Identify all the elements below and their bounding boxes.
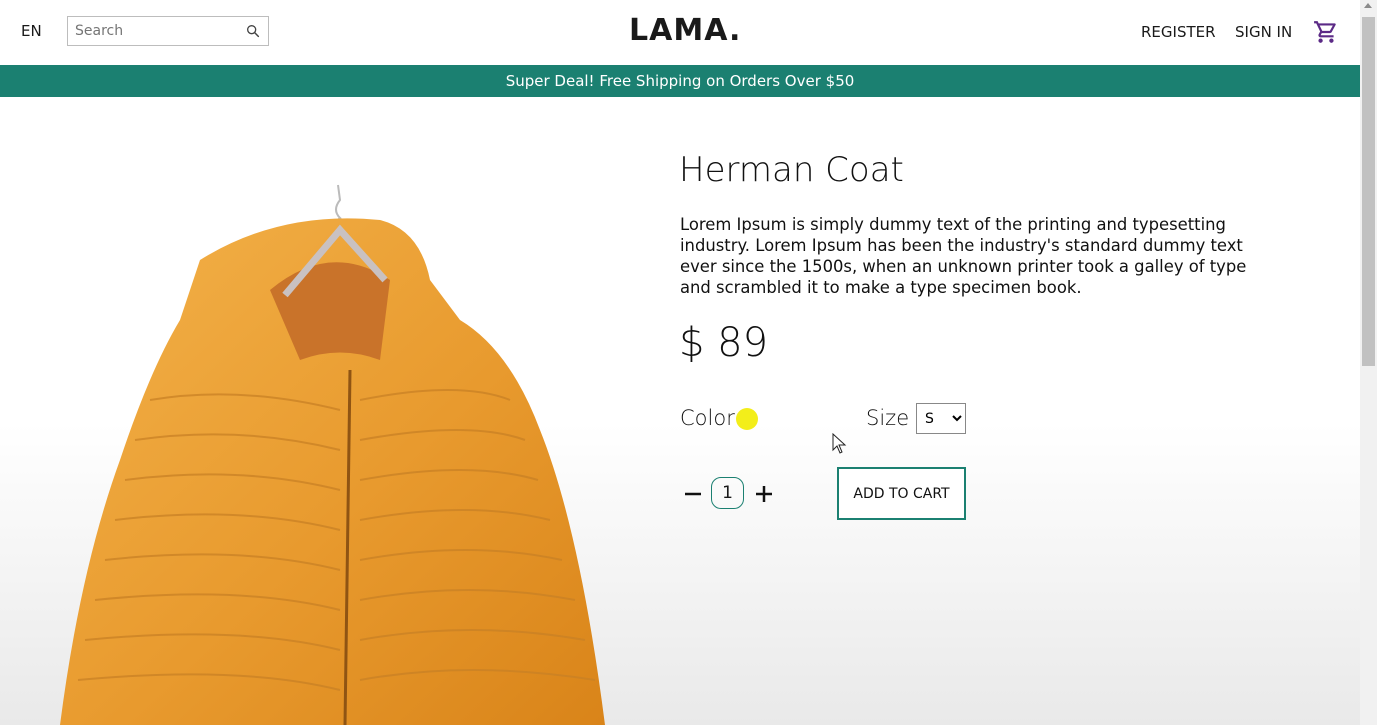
- color-swatch-yellow[interactable]: [736, 408, 758, 430]
- search-input[interactable]: [68, 17, 245, 45]
- cart-icon[interactable]: [1313, 19, 1339, 45]
- navbar: EN LAMA. REGISTER SIGN IN: [0, 0, 1360, 64]
- register-link[interactable]: REGISTER: [1141, 23, 1216, 41]
- product-price: $ 89: [679, 320, 769, 366]
- product-image: [60, 184, 605, 725]
- product-description: Lorem Ipsum is simply dummy text of the …: [680, 215, 1247, 297]
- scroll-thumb[interactable]: [1362, 17, 1375, 366]
- scroll-up-arrow-icon[interactable]: [1364, 3, 1372, 8]
- product-title: Herman Coat: [679, 150, 904, 190]
- search-icon[interactable]: [245, 23, 261, 39]
- logo[interactable]: LAMA.: [629, 13, 741, 48]
- language-selector[interactable]: EN: [21, 22, 42, 40]
- announcement-bar: Super Deal! Free Shipping on Orders Over…: [0, 65, 1360, 97]
- search-container: [67, 16, 269, 46]
- minus-icon[interactable]: [681, 482, 705, 506]
- size-select[interactable]: S: [916, 403, 966, 434]
- quantity-value: 1: [711, 477, 744, 509]
- size-filter-label: Size: [866, 406, 910, 430]
- plus-icon[interactable]: [752, 482, 776, 506]
- mouse-cursor-icon: [832, 433, 847, 454]
- scrollbar[interactable]: [1360, 0, 1377, 725]
- color-filter-label: Color: [680, 406, 735, 430]
- add-to-cart-button[interactable]: ADD TO CART: [837, 467, 966, 520]
- sign-in-link[interactable]: SIGN IN: [1235, 23, 1292, 41]
